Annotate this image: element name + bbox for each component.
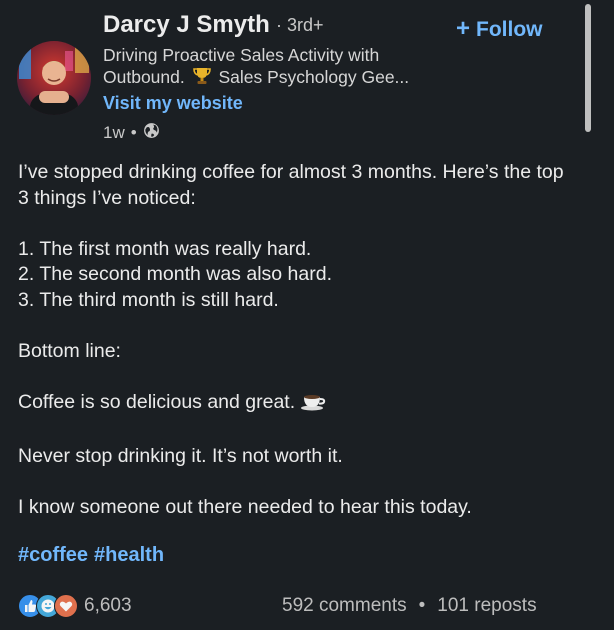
post-line-coffee: Coffee is so delicious and great. <box>18 390 578 419</box>
post-line-never-stop: Never stop drinking it. It’s not worth i… <box>18 444 343 467</box>
comments-count[interactable]: 592 comments <box>282 595 407 616</box>
post-timestamp: 1w <box>103 123 125 142</box>
follow-button[interactable]: + Follow <box>456 15 543 43</box>
post-meta: 1w • <box>103 122 160 144</box>
post-line-item-2: 2. The second month was also hard. <box>18 263 332 285</box>
post-line-bottom-line: Bottom line: <box>18 339 121 362</box>
post-body: I’ve stopped drinking coffee for almost … <box>18 160 578 520</box>
linkedin-post: Darcy J Smyth · 3rd+ + Follow Driving Pro… <box>0 0 614 630</box>
scrollbar[interactable] <box>585 4 591 132</box>
visit-website-link[interactable]: Visit my website <box>103 93 243 114</box>
coffee-cup-icon <box>301 391 327 419</box>
reaction-count: 6,603 <box>84 595 132 616</box>
headline-line-2-start: Outbound. <box>103 67 185 87</box>
engagement-separator: • <box>418 595 426 616</box>
follow-label: Follow <box>476 18 543 41</box>
connection-degree: · 3rd+ <box>276 15 324 35</box>
hashtags: #coffee #health <box>18 544 170 567</box>
reposts-count[interactable]: 101 reposts <box>437 595 536 616</box>
hashtag-coffee[interactable]: #coffee <box>18 544 88 566</box>
globe-icon <box>143 122 160 144</box>
author-headline[interactable]: Driving Proactive Sales Activity with Ou… <box>103 44 453 91</box>
meta-separator: • <box>130 123 137 142</box>
engagement-stats: 592 comments • 101 reposts <box>282 595 537 617</box>
reactions-summary[interactable]: 6,603 <box>18 594 132 618</box>
reaction-icons <box>18 594 78 618</box>
trophy-icon <box>192 66 212 91</box>
post-line-intro: I’ve stopped drinking coffee for almost … <box>18 161 564 209</box>
plus-icon: + <box>456 15 471 42</box>
post-line-closing: I know someone out there needed to hear … <box>18 495 472 518</box>
hashtag-health[interactable]: #health <box>94 544 164 566</box>
headline-line-2-end: Sales Psychology Gee... <box>218 67 410 87</box>
post-line-item-1: 1. The first month was really hard. <box>18 237 312 260</box>
avatar[interactable] <box>17 41 91 115</box>
love-icon <box>54 594 78 618</box>
author-name[interactable]: Darcy J Smyth <box>103 11 270 39</box>
post-line-coffee-text: Coffee is so delicious and great. <box>18 390 296 413</box>
post-line-item-3: 3. The third month is still hard. <box>18 288 279 311</box>
headline-line-2: Outbound. Sales Psychology Gee... <box>103 66 453 91</box>
headline-line-1: Driving Proactive Sales Activity with <box>103 45 380 65</box>
